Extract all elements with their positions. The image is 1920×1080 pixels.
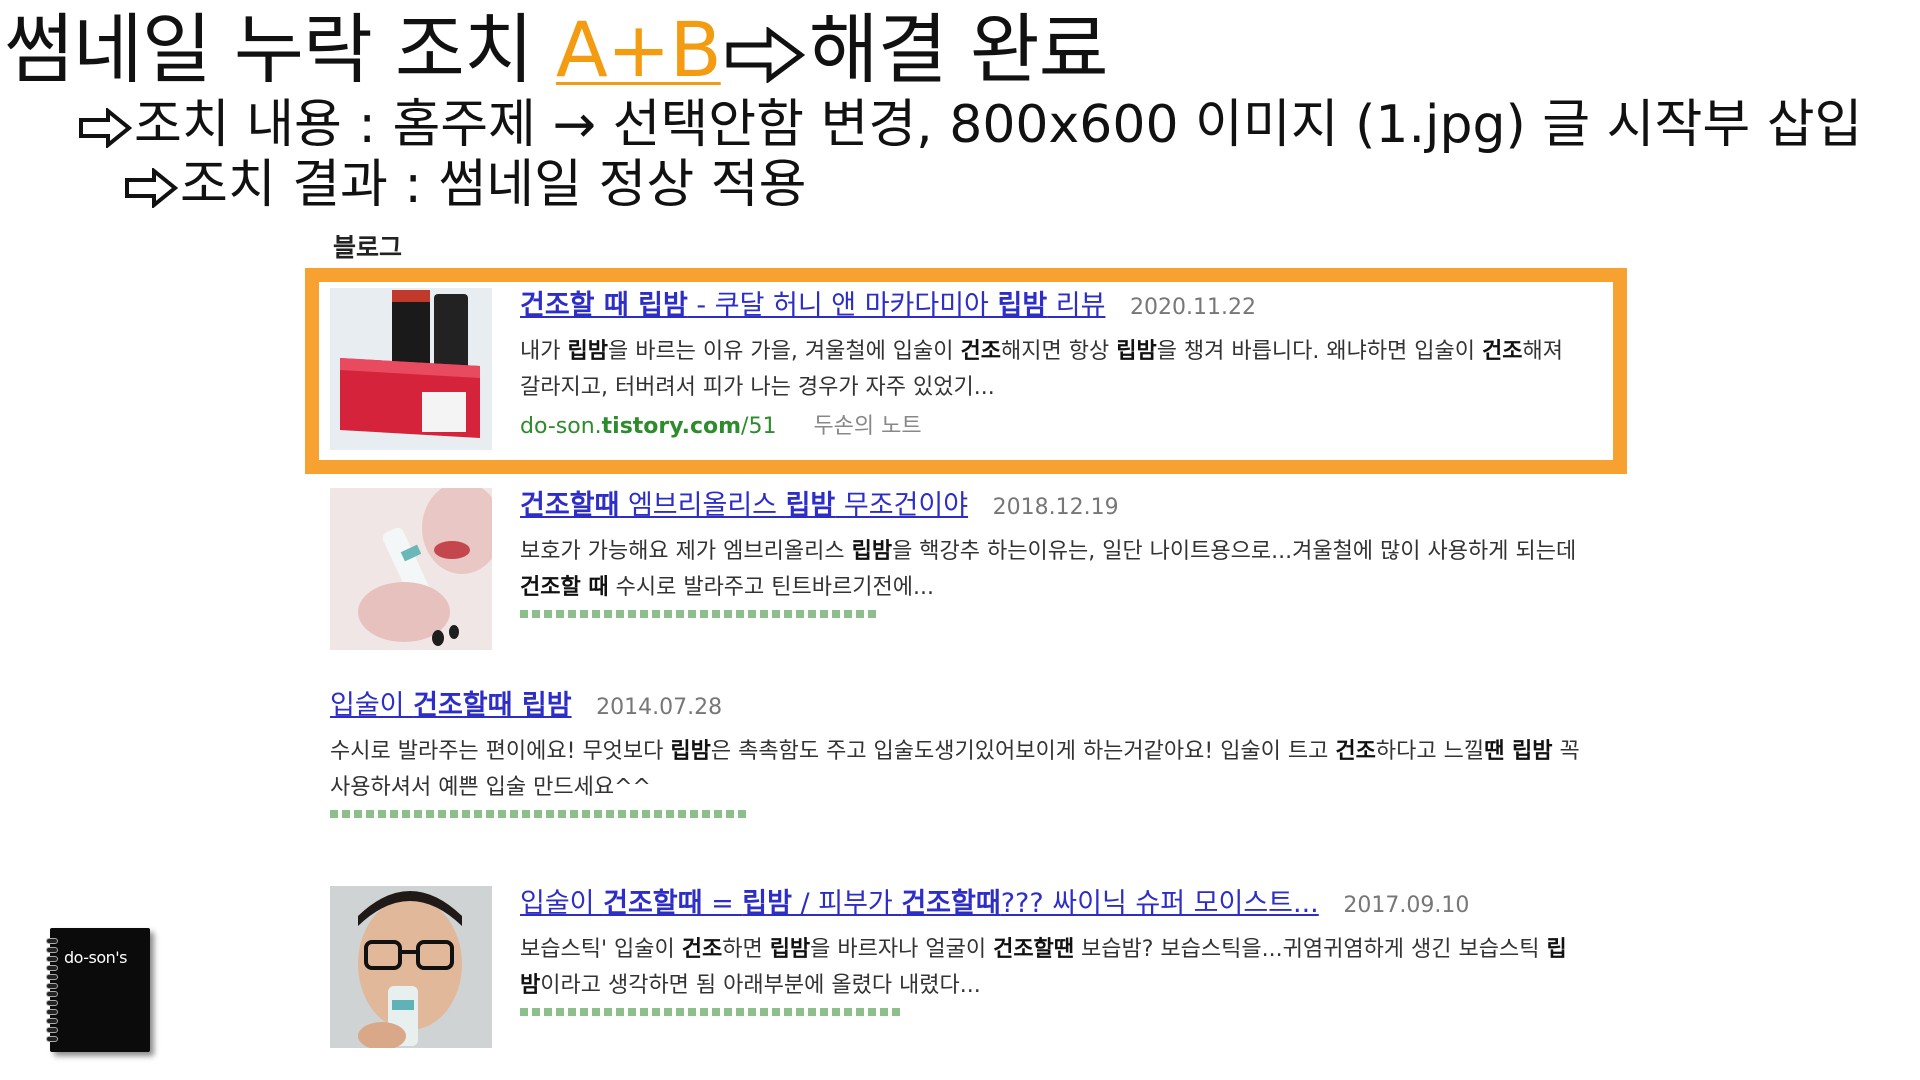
result-title-link[interactable]: 건조할 때 립밤 - 쿠달 허니 앤 마카다미아 립밤 리뷰 (520, 290, 1105, 321)
result-title-line: 입술이 건조할때 = 립밤 / 피부가 건조할때??? 싸이닉 슈퍼 모이스트.… (520, 886, 1580, 924)
arrow-right-icon (125, 168, 178, 208)
result-title-line: 입술이 건조할때 립밤 2014.07.28 (330, 688, 1600, 726)
person-with-moisture-stick-image (330, 886, 492, 1048)
headline-part1: 썸네일 누락 조치 (4, 5, 556, 94)
headline-accent: A+B (555, 5, 722, 94)
headline: 썸네일 누락 조치 A+B 해결 완료 (4, 2, 1109, 98)
result-title-link[interactable]: 건조할때 엠브리올리스 립밤 무조건이야 (520, 490, 968, 521)
result-url[interactable]: do-son.tistory.com/51 (520, 414, 776, 439)
result-snippet: 보습스틱' 입술이 건조하면 립밤을 바르자나 얼굴이 건조할땐 보습밤? 보습… (520, 937, 1567, 998)
result-thumbnail[interactable] (330, 288, 492, 450)
spiral-binding-icon (46, 938, 58, 1042)
search-result: 건조할때 엠브리올리스 립밤 무조건이야 2018.12.19 보호가 가능해요… (330, 488, 1600, 650)
detail-line-2: 조치 결과 : 썸네일 정상 적용 (124, 150, 806, 220)
result-snippet: 수시로 발라주는 편이에요! 무엇보다 립밤은 촉촉함도 주고 입술도생기있어보… (330, 739, 1580, 800)
result-blog-name[interactable]: 두손의 노트 (813, 414, 921, 439)
result-snippet: 내가 립밤을 바르는 이유 가을, 겨울철에 입술이 건조해지면 항상 립밤을 … (520, 339, 1563, 400)
headline-part2: 해결 완료 (808, 5, 1109, 94)
detail-text-1: 조치 내용 : 홈주제 → 선택안함 변경, 800x600 이미지 (1.jp… (134, 95, 1863, 155)
detail-text-2: 조치 결과 : 썸네일 정상 적용 (180, 155, 807, 215)
lip-balm-product-image (330, 288, 492, 450)
section-label: 블로그 (333, 233, 403, 262)
result-source-cropped (520, 606, 1580, 618)
arrow-right-icon (726, 27, 805, 83)
result-date: 2020.11.22 (1130, 295, 1256, 320)
result-title-link[interactable]: 입술이 건조할때 = 립밤 / 피부가 건조할때??? 싸이닉 슈퍼 모이스트.… (520, 888, 1319, 919)
result-title-link[interactable]: 입술이 건조할때 립밤 (330, 690, 572, 721)
result-snippet: 보호가 가능해요 제가 엠브리올리스 립밤을 핵강추 하는이유는, 일단 나이트… (520, 539, 1577, 600)
result-source-cropped (520, 1004, 1580, 1016)
logo-notebook: do-son's (46, 928, 150, 1052)
result-thumbnail[interactable] (330, 488, 492, 650)
search-result: 입술이 건조할때 립밤 2014.07.28 수시로 발라주는 편이에요! 무엇… (330, 688, 1600, 838)
result-source-cropped (330, 806, 1600, 818)
lip-balm-photo-image (330, 488, 492, 650)
search-result: 건조할 때 립밤 - 쿠달 허니 앤 마카다미아 립밤 리뷰 2020.11.2… (330, 288, 1600, 454)
result-title-line: 건조할때 엠브리올리스 립밤 무조건이야 2018.12.19 (520, 488, 1580, 526)
result-date: 2014.07.28 (596, 695, 723, 720)
result-thumbnail[interactable] (330, 886, 492, 1048)
result-date: 2017.09.10 (1343, 893, 1470, 918)
result-title-line: 건조할 때 립밤 - 쿠달 허니 앤 마카다미아 립밤 리뷰 2020.11.2… (520, 288, 1580, 326)
result-source: do-son.tistory.com/51 두손의 노트 (520, 410, 1580, 444)
result-date: 2018.12.19 (992, 495, 1119, 520)
logo-text: do-son's (64, 948, 128, 967)
search-result: 입술이 건조할때 = 립밤 / 피부가 건조할때??? 싸이닉 슈퍼 모이스트.… (330, 886, 1600, 1048)
arrow-right-icon (79, 108, 132, 148)
